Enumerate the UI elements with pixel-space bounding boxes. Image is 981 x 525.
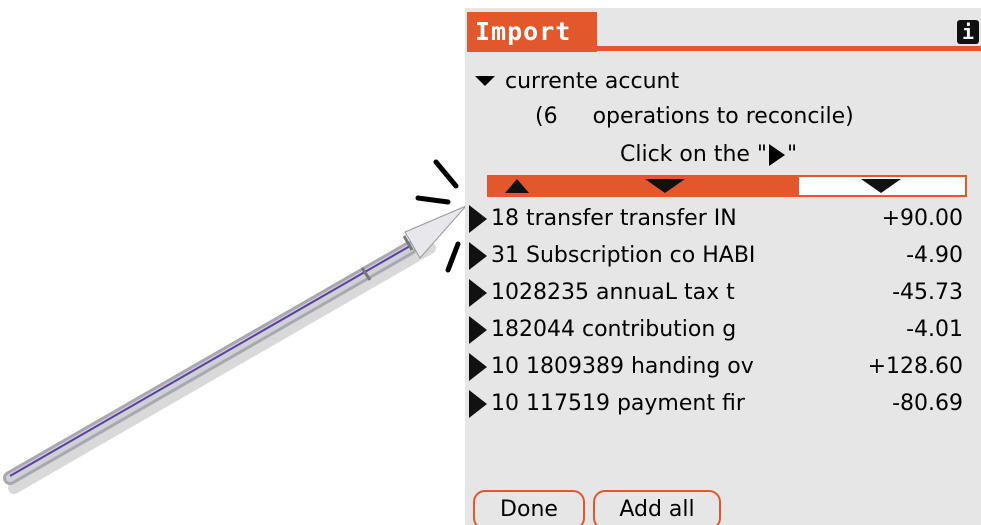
triangle-down-icon [475,76,495,86]
operation-amount: -4.01 [906,317,963,342]
stylus-icon [3,159,467,494]
title-bar: Import i [465,8,981,54]
account-name: currente accunt [505,68,680,94]
triangle-right-icon[interactable] [469,389,487,418]
operation-amount: -4.90 [906,243,963,268]
done-button[interactable]: Done [473,490,585,525]
sort-bar[interactable] [487,175,967,197]
list-item[interactable]: 182044 contribution g -4.01 [465,311,981,348]
list-item[interactable]: 1028235 annuaL tax t -45.73 [465,274,981,311]
sort-down-icon[interactable] [645,179,685,193]
list-item[interactable]: 10 117519 payment fir -80.69 [465,385,981,422]
instruction-prefix: Click on the " [620,142,768,167]
window-title: Import [467,12,597,52]
triangle-right-icon [769,143,786,166]
operation-description: 18 transfer transfer IN [491,206,737,231]
account-selector[interactable]: currente accunt [475,66,679,96]
operation-description: 31 Subscription co HABI [491,243,756,268]
operations-list: 18 transfer transfer IN +90.00 31 Subscr… [465,200,981,422]
sort-up-icon[interactable] [505,179,529,193]
sort-bar-fill [489,177,799,195]
triangle-right-icon[interactable] [469,315,487,344]
info-icon[interactable]: i [957,20,979,44]
triangle-right-icon[interactable] [469,241,487,270]
add-all-button[interactable]: Add all [593,490,721,525]
sort-down-icon[interactable] [861,179,901,193]
instruction-text: Click on the " " [620,142,797,167]
app-screen: Import i currente accunt (6 operations t… [465,8,981,525]
triangle-right-icon[interactable] [469,278,487,307]
operation-amount: -45.73 [892,280,963,305]
operations-suffix: operations to reconcile) [592,104,854,129]
operation-description: 1028235 annuaL tax t [491,280,735,305]
operations-summary: (6 operations to reconcile) [535,104,854,129]
triangle-right-icon[interactable] [469,204,487,233]
operation-amount: +90.00 [881,206,963,231]
list-item[interactable]: 31 Subscription co HABI -4.90 [465,237,981,274]
operation-amount: +128.60 [867,354,963,379]
list-item[interactable]: 18 transfer transfer IN +90.00 [465,200,981,237]
operation-description: 10 1809389 handing ov [491,354,754,379]
list-item[interactable]: 10 1809389 handing ov +128.60 [465,348,981,385]
operation-amount: -80.69 [892,391,963,416]
title-underline [597,46,981,51]
operation-description: 182044 contribution g [491,317,737,342]
operations-count: (6 [535,104,558,129]
triangle-right-icon[interactable] [469,352,487,381]
operation-description: 10 117519 payment fir [491,391,745,416]
instruction-suffix: " [787,142,798,167]
